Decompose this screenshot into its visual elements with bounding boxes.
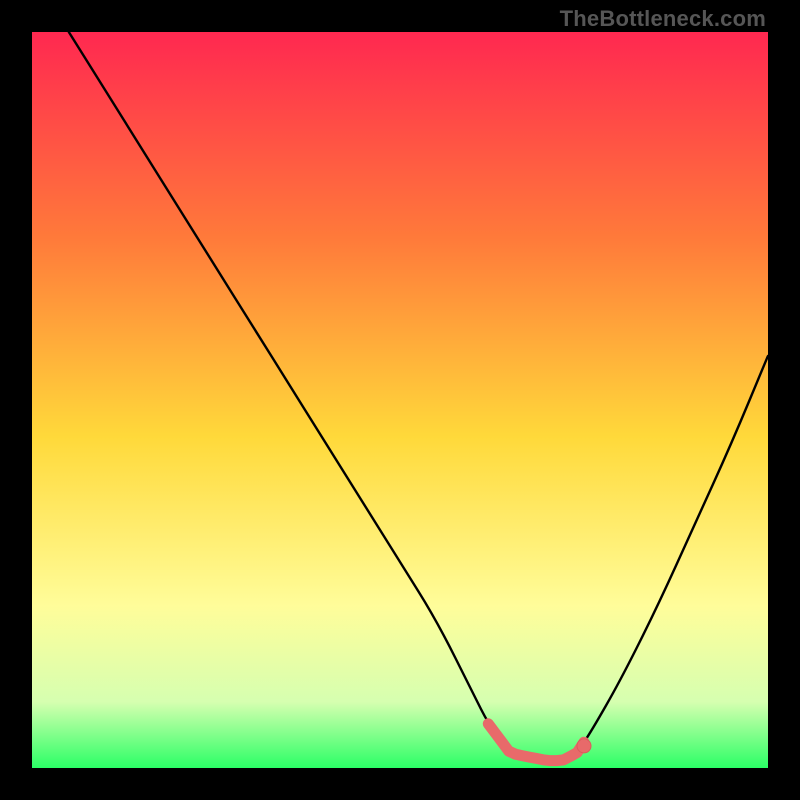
gradient-background [32,32,768,768]
chart-frame [32,32,768,768]
watermark-text: TheBottleneck.com [560,6,766,32]
bottleneck-chart [32,32,768,768]
optimal-marker [577,739,591,753]
